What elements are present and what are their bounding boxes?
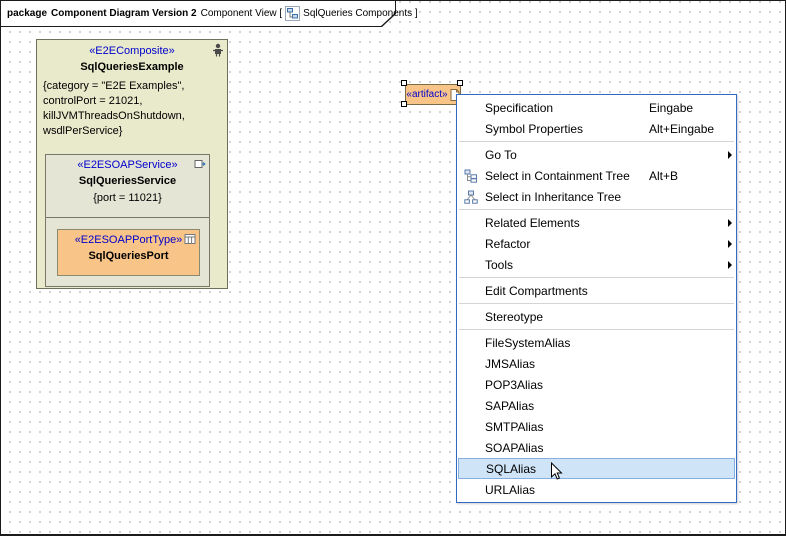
menu-item-tools[interactable]: Tools	[457, 254, 736, 275]
inheritance-tree-icon	[457, 190, 485, 204]
menu-item-label: Symbol Properties	[485, 122, 649, 136]
menu-item-sapalias[interactable]: SAPAlias	[457, 395, 736, 416]
menu-item-label: Edit Compartments	[485, 284, 649, 298]
service-tagged-value: {port = 11021}	[46, 191, 209, 206]
menu-item-label: Go To	[485, 148, 649, 162]
frame-package-keyword: package	[7, 8, 47, 19]
menu-item-label: Tools	[485, 258, 649, 272]
service-name: SqlQueriesService	[46, 173, 209, 189]
tagged-value-line: controlPort = 21021,	[43, 94, 221, 109]
composite-tagged-values: {category = "E2E Examples", controlPort …	[37, 75, 227, 139]
menu-item-refactor[interactable]: Refactor	[457, 233, 736, 254]
tagged-value-line: wsdlPerService}	[43, 124, 221, 139]
menu-item-symbol-properties[interactable]: Symbol Properties Alt+Eingabe	[457, 118, 736, 139]
port-stereotype: «E2ESOAPPortType»	[58, 233, 199, 248]
component-sqlqueriesservice[interactable]: «E2ESOAPService» SqlQueriesService {port…	[45, 154, 210, 287]
component-diagram-icon	[285, 6, 300, 21]
compartment-separator	[46, 217, 209, 218]
menu-separator	[459, 329, 734, 330]
menu-item-label: Specification	[485, 101, 649, 115]
selection-handle[interactable]	[401, 80, 407, 86]
menu-item-label: SAPAlias	[485, 399, 649, 413]
menu-item-stereotype[interactable]: Stereotype	[457, 306, 736, 327]
menu-item-specification[interactable]: Specification Eingabe	[457, 97, 736, 118]
selection-handle[interactable]	[401, 101, 407, 107]
e2e-composite-icon	[212, 43, 224, 57]
diagram-canvas[interactable]: package Component Diagram Version 2 Comp…	[0, 0, 786, 536]
composite-name: SqlQueriesExample	[37, 59, 227, 75]
menu-separator	[459, 209, 734, 210]
soap-service-icon	[194, 158, 206, 170]
menu-item-related-elements[interactable]: Related Elements	[457, 212, 736, 233]
tagged-value-line: {category = "E2E Examples",	[43, 79, 221, 94]
port-name: SqlQueriesPort	[58, 248, 199, 264]
menu-item-label: SOAPAlias	[485, 441, 649, 455]
menu-item-select-in-inheritance-tree[interactable]: Select in Inheritance Tree	[457, 186, 736, 207]
frame-diagram-name: SqlQueries Components ]	[303, 8, 418, 19]
menu-item-urlalias[interactable]: URLAlias	[457, 479, 736, 500]
menu-item-label: JMSAlias	[485, 357, 649, 371]
menu-separator	[459, 141, 734, 142]
menu-item-label: SMTPAlias	[485, 420, 649, 434]
menu-item-shortcut: Alt+Eingabe	[649, 122, 720, 136]
menu-item-go-to[interactable]: Go To	[457, 144, 736, 165]
frame-diagram-title: Component Diagram Version 2	[51, 8, 197, 19]
component-sqlqueriesexample[interactable]: «E2EComposite» SqlQueriesExample {catego…	[36, 39, 228, 289]
component-sqlqueriesport[interactable]: «E2ESOAPPortType» SqlQueriesPort	[57, 229, 200, 276]
menu-item-shortcut: Eingabe	[649, 101, 720, 115]
menu-item-pop3alias[interactable]: POP3Alias	[457, 374, 736, 395]
diagram-frame-title: package Component Diagram Version 2 Comp…	[7, 1, 418, 25]
context-menu: Specification Eingabe Symbol Properties …	[456, 94, 737, 503]
tagged-value-line: killJVMThreadsOnShutdown,	[43, 109, 221, 124]
soap-porttype-icon	[184, 233, 196, 245]
menu-item-label: Related Elements	[485, 216, 649, 230]
submenu-arrow-icon	[720, 240, 732, 248]
menu-separator	[459, 277, 734, 278]
menu-item-soapalias[interactable]: SOAPAlias	[457, 437, 736, 458]
menu-item-label: Select in Inheritance Tree	[485, 190, 649, 204]
artifact-element[interactable]: «artifact»	[401, 80, 463, 107]
menu-item-select-in-containment-tree[interactable]: Select in Containment Tree Alt+B	[457, 165, 736, 186]
composite-stereotype: «E2EComposite»	[37, 44, 227, 59]
menu-item-edit-compartments[interactable]: Edit Compartments	[457, 280, 736, 301]
menu-item-filesystemalias[interactable]: FileSystemAlias	[457, 332, 736, 353]
submenu-arrow-icon	[720, 219, 732, 227]
selection-handle[interactable]	[457, 80, 463, 86]
menu-item-jmsalias[interactable]: JMSAlias	[457, 353, 736, 374]
menu-item-shortcut: Alt+B	[649, 169, 720, 183]
menu-item-label: Refactor	[485, 237, 649, 251]
menu-separator	[459, 303, 734, 304]
menu-item-sqlalias[interactable]: SQLAlias	[458, 458, 735, 479]
menu-item-label: URLAlias	[485, 483, 649, 497]
mouse-cursor	[550, 462, 563, 482]
artifact-shape[interactable]: «artifact»	[405, 84, 461, 105]
menu-item-smtpalias[interactable]: SMTPAlias	[457, 416, 736, 437]
service-stereotype: «E2ESOAPService»	[46, 158, 209, 173]
submenu-arrow-icon	[720, 151, 732, 159]
submenu-arrow-icon	[720, 261, 732, 269]
menu-item-label: POP3Alias	[485, 378, 649, 392]
frame-view-prefix: Component View [	[201, 8, 283, 19]
containment-tree-icon	[457, 169, 485, 183]
menu-item-label: FileSystemAlias	[485, 336, 649, 350]
menu-item-label: Select in Containment Tree	[485, 169, 649, 183]
artifact-stereotype: «artifact»	[406, 89, 447, 100]
menu-item-label: Stereotype	[485, 310, 649, 324]
menu-item-label: SQLAlias	[486, 462, 650, 476]
